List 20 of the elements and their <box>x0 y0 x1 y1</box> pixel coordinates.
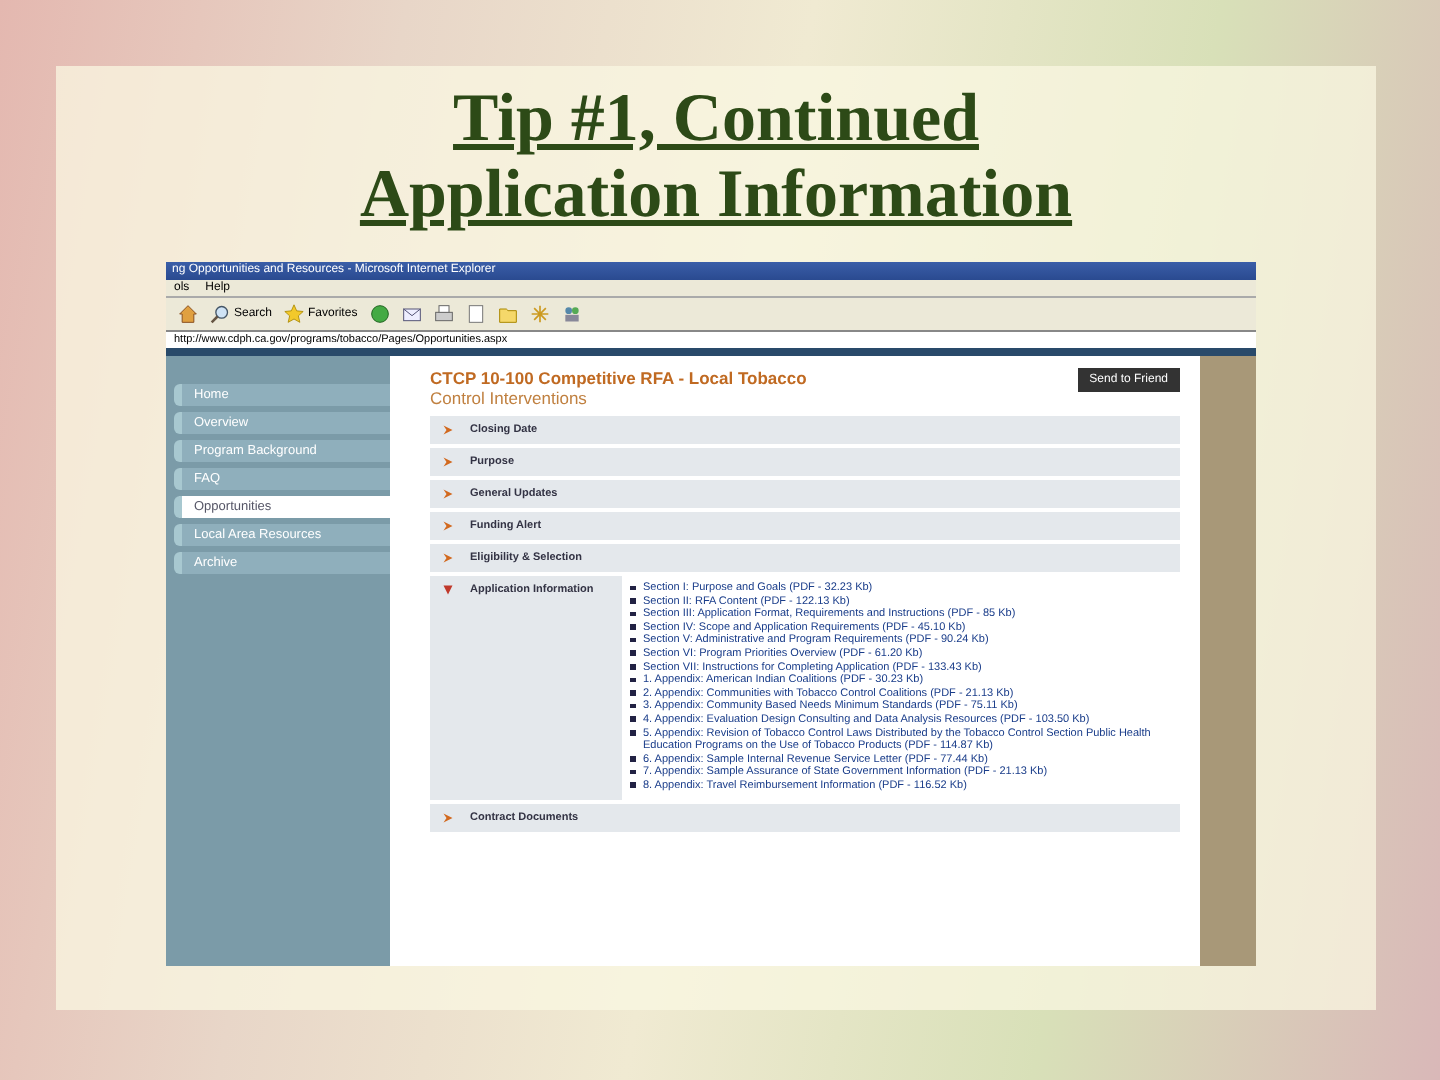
slide-title: Tip #1, Continued Application Information <box>359 82 1073 234</box>
star-icon <box>284 304 305 324</box>
sparkle-icon[interactable] <box>529 304 550 324</box>
arrow-right-icon <box>442 488 454 500</box>
search-icon <box>210 304 230 324</box>
arrow-right-icon <box>442 552 454 564</box>
mail-icon[interactable] <box>401 304 422 324</box>
printer-icon[interactable] <box>433 304 454 324</box>
caret-down-icon <box>442 584 454 596</box>
page-heading: CTCP 10-100 Competitive RFA - Local Tobacco Control Interventions <box>430 368 807 408</box>
house-icon[interactable] <box>178 304 198 324</box>
accordion-section[interactable] <box>430 576 1180 799</box>
people-icon[interactable] <box>561 304 582 324</box>
arrow-right-icon <box>442 520 454 532</box>
arrow-right-icon <box>442 424 454 436</box>
document-icon[interactable] <box>465 304 486 324</box>
folder-icon[interactable] <box>497 304 518 324</box>
arrow-right-icon <box>442 456 454 468</box>
media-icon[interactable] <box>369 304 390 324</box>
arrow-right-icon <box>442 811 454 823</box>
